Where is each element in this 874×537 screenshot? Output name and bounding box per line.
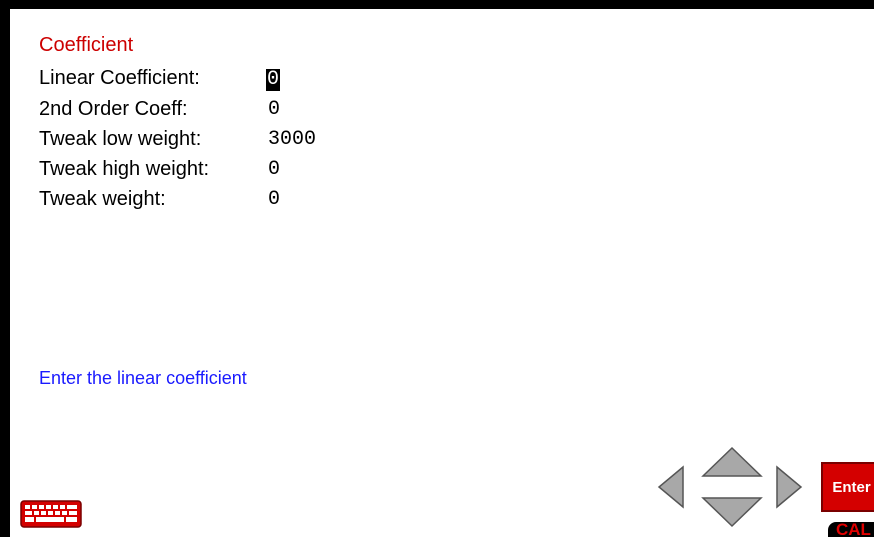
nav-arrows <box>657 446 803 528</box>
tweak-high-weight-input[interactable]: 0 <box>268 159 280 181</box>
arrow-up-icon[interactable] <box>701 446 763 477</box>
cal-button[interactable]: CAL <box>828 522 874 537</box>
enter-button[interactable]: Enter <box>821 462 874 512</box>
linear-coefficient-input[interactable]: 0 <box>266 69 281 91</box>
second-order-coeff-input[interactable]: 0 <box>268 99 280 121</box>
keyboard-icon[interactable] <box>20 500 82 528</box>
arrow-left-icon[interactable] <box>657 465 684 509</box>
cal-button-label: CAL <box>836 522 871 537</box>
hint-text: Enter the linear coefficient <box>39 368 247 388</box>
page-title: Coefficient <box>39 34 134 56</box>
linear-coefficient-label: Linear Coefficient: <box>39 67 200 89</box>
tweak-low-weight-label: Tweak low weight: <box>39 128 202 150</box>
arrow-right-icon[interactable] <box>776 465 803 509</box>
second-order-coeff-label: 2nd Order Coeff: <box>39 98 188 120</box>
tweak-high-weight-label: Tweak high weight: <box>39 158 210 180</box>
tweak-weight-input[interactable]: 0 <box>268 189 280 211</box>
tweak-weight-label: Tweak weight: <box>39 188 166 210</box>
tweak-low-weight-input[interactable]: 3000 <box>268 129 316 151</box>
arrow-down-icon[interactable] <box>701 497 763 528</box>
